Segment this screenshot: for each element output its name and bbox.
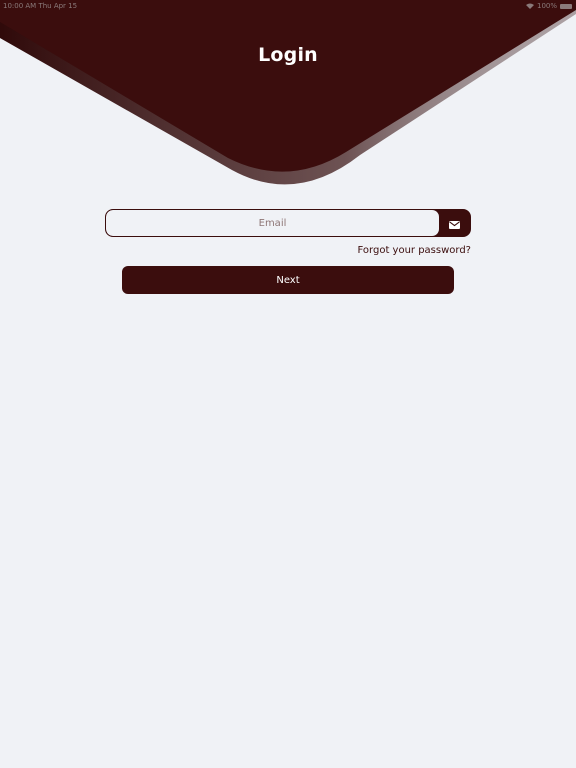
page-title: Login — [258, 44, 318, 66]
battery-percentage: 100% — [536, 2, 557, 10]
email-field-group — [105, 209, 471, 237]
battery-icon — [560, 3, 572, 9]
envelope-icon — [449, 214, 460, 233]
next-button[interactable]: Next — [122, 266, 454, 294]
email-icon-container — [439, 210, 470, 236]
email-input[interactable] — [106, 210, 439, 236]
status-time: 10:00 AM Thu Apr 15 — [3, 2, 78, 10]
status-indicators: 100% — [525, 2, 572, 10]
forgot-password-link[interactable]: Forgot your password? — [358, 245, 471, 256]
wifi-icon — [525, 3, 534, 9]
status-bar: 10:00 AM Thu Apr 15 100% — [0, 0, 576, 12]
header-background — [0, 0, 576, 185]
